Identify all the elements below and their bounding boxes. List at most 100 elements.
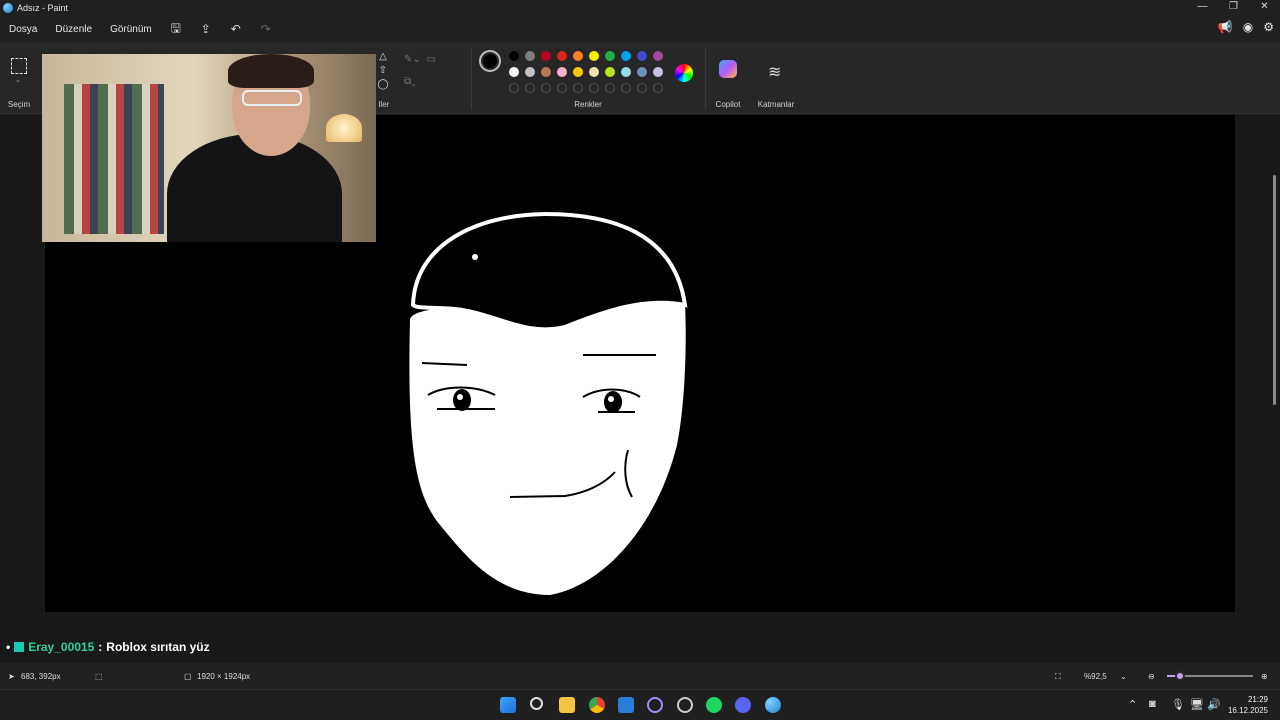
announcement-icon[interactable]: 📢 [1218,20,1233,34]
menu-bar: Dosya Düzenle Görünüm 🖫 ⇪ ↶ ↷ 📢 ◉ ⚙ [0,16,1280,42]
menu-view[interactable]: Görünüm [101,24,161,35]
custom-color-slot[interactable] [653,83,663,93]
user-badge-icon [14,642,25,652]
brush-tools-icon[interactable]: ✎⌄ ▭ ⧉⌄ [404,54,464,87]
ribbon-divider [471,48,472,110]
paint-taskbar-icon[interactable] [765,697,781,713]
menu-right-icons: 📢 ◉ ⚙ [1218,20,1274,34]
palette-color-swatch[interactable] [541,67,551,77]
zoom-value[interactable]: %92,5 [1084,672,1107,681]
palette-color-swatch[interactable] [589,51,599,61]
chat-separator: : [98,640,103,654]
palette-color-swatch[interactable] [605,51,615,61]
palette-color-swatch[interactable] [621,51,631,61]
palette-color-swatch[interactable] [621,67,631,77]
zoom-dropdown-chevron-icon[interactable]: ⌄ [1120,672,1127,681]
canvas-size: 1920 × 1924px [197,672,251,681]
palette-color-swatch[interactable] [605,67,615,77]
settings-gear-icon[interactable]: ⚙ [1263,20,1274,34]
assistant-icon[interactable] [647,697,663,713]
lamp [326,114,362,142]
current-color-swatch[interactable] [479,50,501,72]
palette-color-swatch[interactable] [541,51,551,61]
canvas-size-icon: ▢ [184,672,192,681]
network-icon[interactable]: 🖥 [1190,698,1204,711]
layers-icon[interactable]: ≋ [768,62,781,82]
shapes-tools[interactable]: △ ⇧ ◯ [376,50,390,92]
right-pupil [604,391,622,413]
palette-color-swatch[interactable] [653,51,663,61]
taskbar: ⌃ ◙ 🎙 🖥 🔊 21:29 16.12.2025 [0,689,1280,720]
clock-time: 21:29 [1247,695,1268,704]
menu-edit[interactable]: Düzenle [46,24,101,35]
hair-highlight [472,254,478,260]
palette-color-swatch[interactable] [557,51,567,61]
custom-color-slot[interactable] [541,83,551,93]
zoom-slider-knob[interactable] [1174,671,1185,681]
custom-color-slot[interactable] [557,83,567,93]
webcam-overlay [42,54,376,242]
palette-color-swatch[interactable] [637,67,647,77]
status-bar: ➤ 683, 392px ⬚ ▢ 1920 × 1924px ⛶ %92,5 ⌄… [0,663,1280,689]
face-shape [409,301,686,595]
layers-label: Katmanlar [757,100,795,109]
tray-overflow-chevron-icon[interactable]: ⌃ [1128,698,1137,711]
zoom-in-icon[interactable]: ⊕ [1261,672,1268,681]
file-explorer-icon[interactable] [559,697,575,713]
shapes-label: ller [378,100,390,109]
cursor-position: 683, 392px [21,672,61,681]
palette-color-swatch[interactable] [509,51,519,61]
selection-label: Seçim [7,100,31,109]
menu-file[interactable]: Dosya [0,24,46,35]
title-bar: Adsız - Paint — ❐ ✕ [0,0,1280,16]
fit-screen-icon[interactable]: ⛶ [1055,672,1061,682]
vertical-scrollbar[interactable] [1270,115,1280,663]
chat-message: • Eray_00015 : Roblox sırıtan yüz [6,640,210,654]
minimize-button[interactable]: — [1187,0,1218,16]
custom-color-slot[interactable] [589,83,599,93]
custom-color-slot[interactable] [509,83,519,93]
palette-color-swatch[interactable] [573,51,583,61]
undo-icon[interactable]: ↶ [221,22,251,36]
copilot-icon[interactable] [719,60,737,78]
copilot-label: Copilot [715,100,741,109]
chevron-down-icon[interactable]: ⌄ [15,76,21,84]
palette-color-swatch[interactable] [573,67,583,77]
edit-colors-icon[interactable] [675,64,693,82]
close-button[interactable]: ✕ [1249,0,1280,16]
palette-color-swatch[interactable] [637,51,647,61]
github-icon[interactable] [677,697,693,713]
custom-color-slot[interactable] [637,83,647,93]
redo-icon[interactable]: ↷ [251,22,281,36]
share-icon[interactable]: ⇪ [191,22,221,36]
palette-color-swatch[interactable] [589,67,599,77]
account-icon[interactable]: ◉ [1243,20,1253,34]
selection-icon[interactable] [11,58,27,74]
restore-button[interactable]: ❐ [1218,0,1249,16]
clock[interactable]: 21:29 16.12.2025 [1228,694,1268,716]
windows-start-icon[interactable] [500,697,516,713]
palette-color-swatch[interactable] [509,67,519,77]
custom-color-slot[interactable] [605,83,615,93]
chrome-icon[interactable] [589,697,605,713]
volume-icon[interactable]: 🔊 [1207,698,1221,711]
left-pupil [453,389,471,411]
palette-color-swatch[interactable] [525,51,535,61]
streamer-hair [228,54,314,88]
discord-tray-icon[interactable]: ◙ [1149,698,1156,710]
discord-icon[interactable] [735,697,751,713]
photos-icon[interactable] [618,697,634,713]
palette-color-swatch[interactable] [557,67,567,77]
search-icon[interactable] [530,697,543,710]
save-icon[interactable]: 🖫 [161,19,191,40]
window-controls: — ❐ ✕ [1187,0,1280,16]
custom-color-slot[interactable] [525,83,535,93]
microphone-icon[interactable]: 🎙 [1171,698,1185,711]
palette-color-swatch[interactable] [653,67,663,77]
custom-color-slot[interactable] [573,83,583,93]
selection-size-icon: ⬚ [95,672,103,681]
palette-color-swatch[interactable] [525,67,535,77]
spotify-icon[interactable] [706,697,722,713]
custom-color-slot[interactable] [621,83,631,93]
zoom-out-icon[interactable]: ⊖ [1148,672,1155,681]
